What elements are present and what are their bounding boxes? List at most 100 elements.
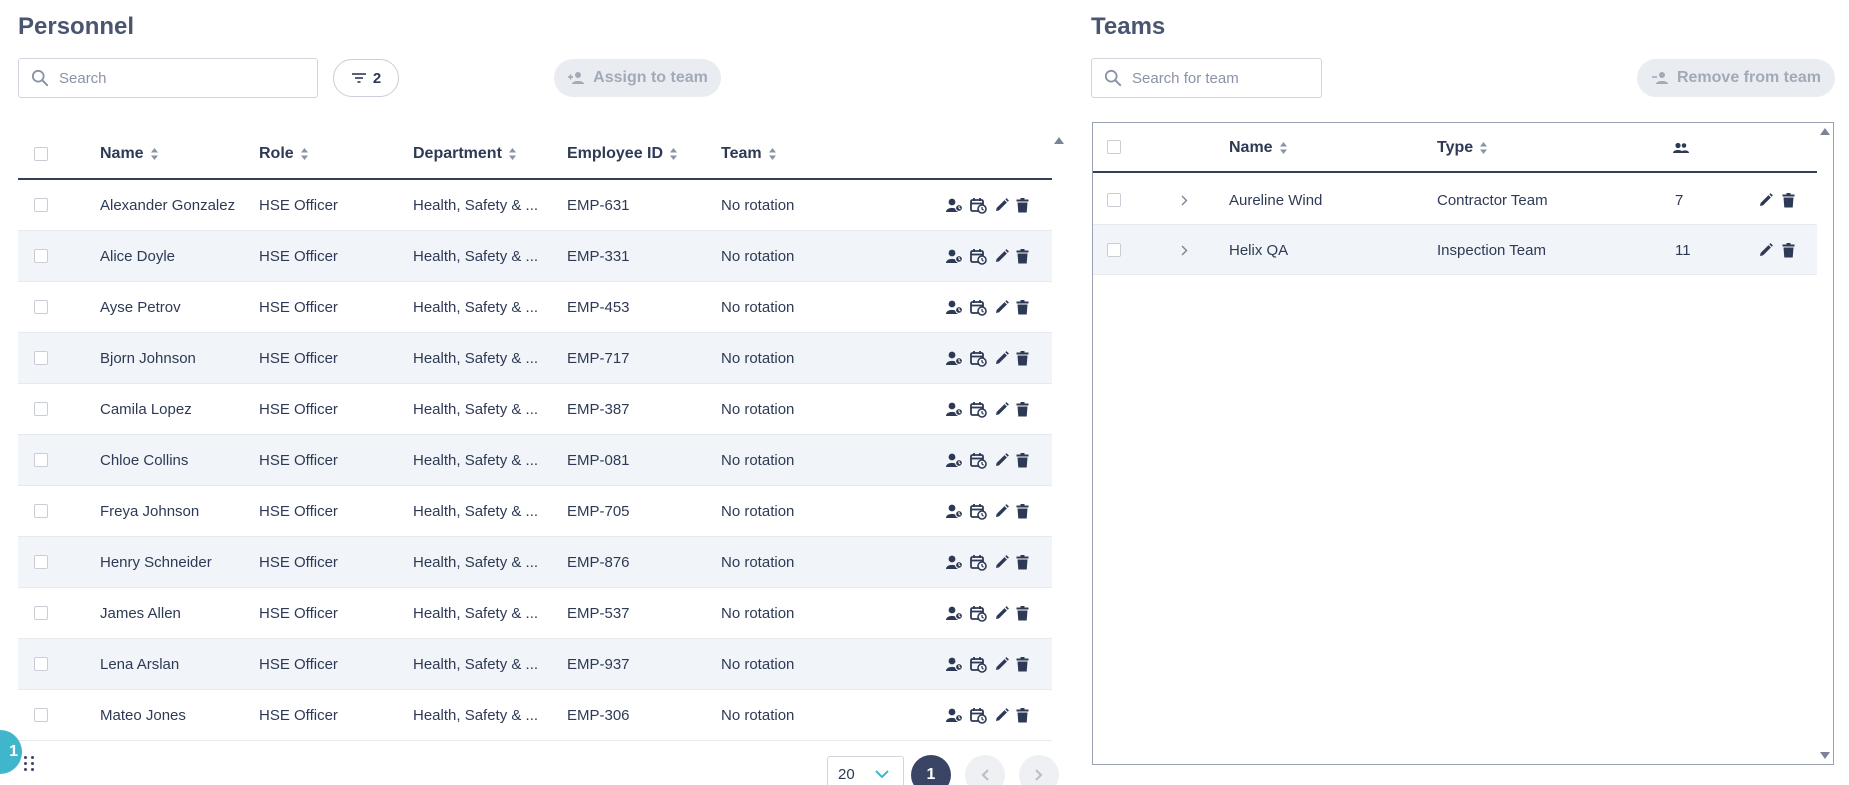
table-row[interactable]: Ayse Petrov HSE Officer Health, Safety & .… [18, 282, 1052, 333]
team-row-checkbox[interactable] [1107, 193, 1121, 207]
delete-icon[interactable] [1782, 242, 1795, 258]
column-header-employee-id[interactable]: Employee ID [567, 128, 678, 180]
row-checkbox[interactable] [34, 351, 48, 365]
assign-person-icon[interactable] [946, 504, 963, 519]
schedule-calendar-icon[interactable] [970, 401, 987, 418]
team-row[interactable]: Aureline Wind Contractor Team 7 [1093, 175, 1817, 225]
row-checkbox[interactable] [34, 657, 48, 671]
edit-icon[interactable] [994, 401, 1009, 417]
delete-icon[interactable] [1016, 605, 1029, 621]
schedule-calendar-icon[interactable] [970, 248, 987, 265]
table-row[interactable]: James Allen HSE Officer Health, Safety & .… [18, 588, 1052, 639]
column-header-department[interactable]: Department [413, 128, 517, 180]
edit-icon[interactable] [994, 299, 1009, 315]
teams-scroll-down[interactable] [1820, 752, 1830, 759]
schedule-calendar-icon[interactable] [970, 656, 987, 673]
delete-icon[interactable] [1016, 299, 1029, 315]
schedule-calendar-icon[interactable] [970, 605, 987, 622]
column-header-team[interactable]: Team [721, 128, 777, 180]
assign-person-icon[interactable] [946, 555, 963, 570]
table-row[interactable]: Alexander Gonzalez HSE Officer Health, Saf… [18, 180, 1052, 231]
delete-icon[interactable] [1016, 350, 1029, 366]
delete-icon[interactable] [1782, 192, 1795, 208]
next-page-button[interactable] [1019, 755, 1059, 785]
teams-select-all-checkbox[interactable] [1107, 140, 1121, 154]
assign-person-icon[interactable] [946, 198, 963, 213]
edit-icon[interactable] [994, 197, 1009, 213]
team-search-input[interactable] [1132, 69, 1321, 87]
column-header-members[interactable] [1673, 123, 1689, 173]
row-checkbox[interactable] [34, 708, 48, 722]
assign-person-icon[interactable] [946, 351, 963, 366]
select-all-checkbox[interactable] [34, 147, 48, 161]
delete-icon[interactable] [1016, 503, 1029, 519]
schedule-calendar-icon[interactable] [970, 299, 987, 316]
assign-person-icon[interactable] [946, 657, 963, 672]
schedule-calendar-icon[interactable] [970, 452, 987, 469]
teams-scroll-up[interactable] [1820, 128, 1830, 135]
column-header-team-name[interactable]: Name [1229, 123, 1288, 173]
assign-person-icon[interactable] [946, 402, 963, 417]
table-row[interactable]: Bjorn Johnson HSE Officer Health, Safety &… [18, 333, 1052, 384]
delete-icon[interactable] [1016, 656, 1029, 672]
previous-page-button[interactable] [965, 755, 1005, 785]
remove-from-team-button[interactable]: Remove from team [1637, 59, 1835, 97]
schedule-calendar-icon[interactable] [970, 503, 987, 520]
team-search-box[interactable] [1091, 58, 1322, 98]
assign-person-icon[interactable] [946, 249, 963, 264]
row-checkbox[interactable] [34, 504, 48, 518]
page-button-current[interactable]: 1 [911, 755, 951, 785]
edit-icon[interactable] [994, 503, 1009, 519]
assign-person-icon[interactable] [946, 708, 963, 723]
row-checkbox[interactable] [34, 555, 48, 569]
delete-icon[interactable] [1016, 452, 1029, 468]
table-row[interactable]: Mateo Jones HSE Officer Health, Safety & .… [18, 690, 1052, 741]
column-header-name[interactable]: Name [100, 128, 159, 180]
row-checkbox[interactable] [34, 300, 48, 314]
edit-icon[interactable] [1758, 242, 1773, 258]
delete-icon[interactable] [1016, 401, 1029, 417]
edit-icon[interactable] [994, 452, 1009, 468]
expand-chevron-icon[interactable] [1181, 225, 1188, 275]
edit-icon[interactable] [1758, 192, 1773, 208]
assign-person-icon[interactable] [946, 300, 963, 315]
drag-handle-icon[interactable] [24, 756, 34, 771]
edit-icon[interactable] [994, 605, 1009, 621]
row-checkbox[interactable] [34, 606, 48, 620]
row-checkbox[interactable] [34, 249, 48, 263]
row-checkbox[interactable] [34, 453, 48, 467]
personnel-search-input[interactable] [59, 69, 317, 87]
personnel-search-box[interactable] [18, 58, 318, 98]
table-row[interactable]: Alice Doyle HSE Officer Health, Safety & .… [18, 231, 1052, 282]
delete-icon[interactable] [1016, 197, 1029, 213]
column-header-team-type[interactable]: Type [1437, 123, 1488, 173]
assign-to-team-button[interactable]: Assign to team [554, 59, 721, 97]
table-row[interactable]: Henry Schneider HSE Officer Health, Safety… [18, 537, 1052, 588]
schedule-calendar-icon[interactable] [970, 707, 987, 724]
team-row[interactable]: Helix QA Inspection Team 11 [1093, 225, 1817, 275]
schedule-calendar-icon[interactable] [970, 197, 987, 214]
expand-chevron-icon[interactable] [1181, 175, 1188, 225]
row-checkbox[interactable] [34, 198, 48, 212]
row-checkbox[interactable] [34, 402, 48, 416]
delete-icon[interactable] [1016, 554, 1029, 570]
edit-icon[interactable] [994, 707, 1009, 723]
table-row[interactable]: Camila Lopez HSE Officer Health, Safety & … [18, 384, 1052, 435]
edit-icon[interactable] [994, 248, 1009, 264]
table-row[interactable]: Freya Johnson HSE Officer Health, Safety &… [18, 486, 1052, 537]
delete-icon[interactable] [1016, 248, 1029, 264]
schedule-calendar-icon[interactable] [970, 350, 987, 367]
schedule-calendar-icon[interactable] [970, 554, 987, 571]
team-row-checkbox[interactable] [1107, 243, 1121, 257]
column-header-role[interactable]: Role [259, 128, 309, 180]
table-row[interactable]: Lena Arslan HSE Officer Health, Safety & .… [18, 639, 1052, 690]
table-row[interactable]: Chloe Collins HSE Officer Health, Safety &… [18, 435, 1052, 486]
edit-icon[interactable] [994, 656, 1009, 672]
page-size-select[interactable]: 20 [827, 756, 904, 785]
edit-icon[interactable] [994, 554, 1009, 570]
assign-person-icon[interactable] [946, 606, 963, 621]
filter-button[interactable]: 2 [333, 59, 399, 97]
delete-icon[interactable] [1016, 707, 1029, 723]
assign-person-icon[interactable] [946, 453, 963, 468]
edit-icon[interactable] [994, 350, 1009, 366]
